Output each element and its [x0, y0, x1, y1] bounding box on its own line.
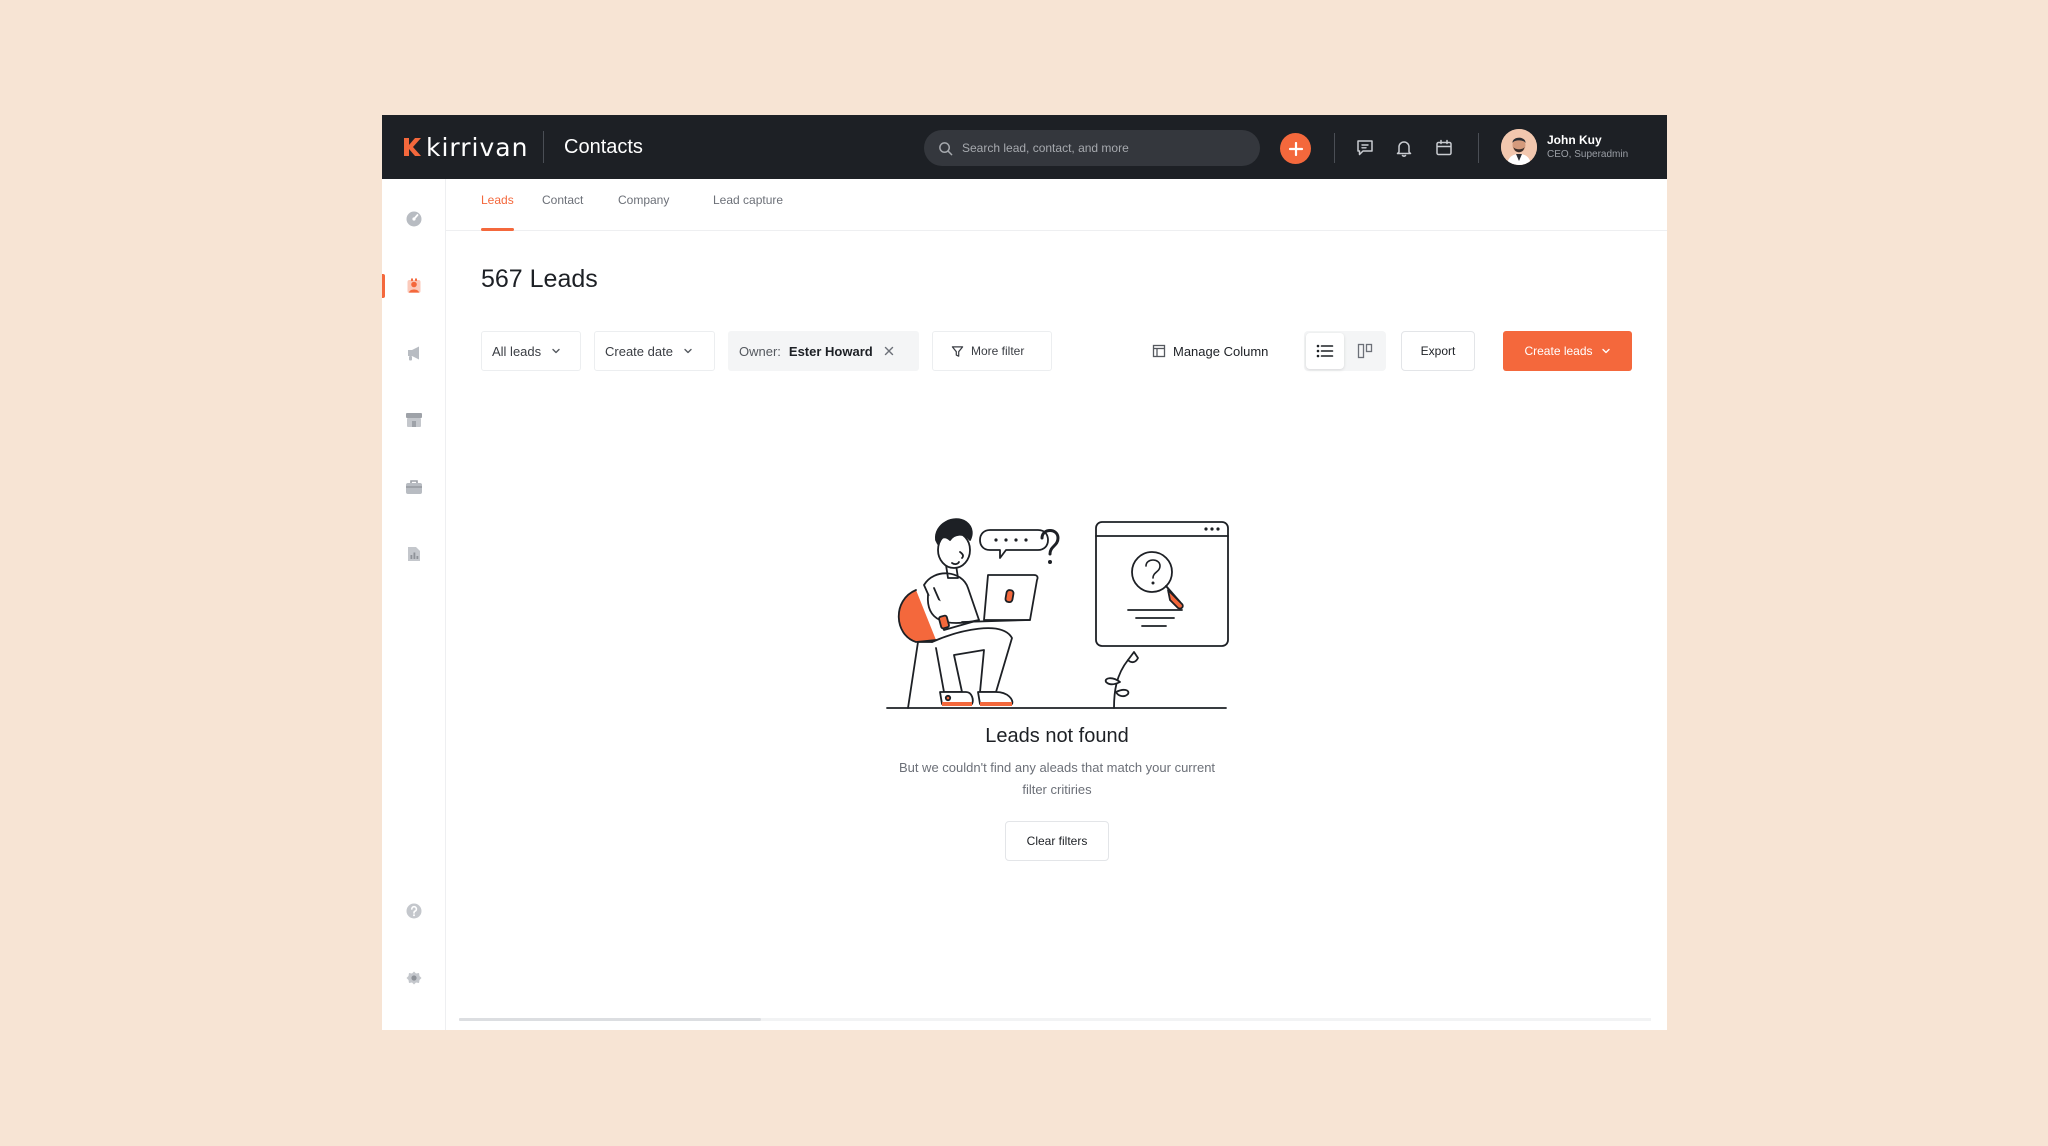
owner-filter-chip[interactable]: Owner: Ester Howard [728, 331, 919, 371]
active-indicator [382, 274, 385, 298]
horizontal-scrollbar-thumb[interactable] [459, 1018, 761, 1021]
sidebar-item-deals[interactable] [382, 467, 446, 507]
owner-filter-value: Ester Howard [788, 343, 873, 359]
avatar-image [1501, 129, 1537, 165]
settings-icon [406, 971, 422, 985]
empty-state-description: But we couldn't find any aleads that mat… [898, 760, 1216, 797]
messages-button[interactable] [1352, 135, 1378, 161]
chevron-down-icon [552, 348, 560, 354]
create-leads-button[interactable]: Create leads [1503, 331, 1632, 371]
chevron-down-icon [684, 348, 692, 354]
sidebar-item-dashboard[interactable] [382, 199, 446, 239]
sidebar-item-campaigns[interactable] [382, 333, 446, 373]
all-leads-label: All leads [492, 343, 542, 359]
search-bar[interactable] [924, 130, 1260, 166]
empty-state-title: Leads not found [985, 725, 1129, 747]
filter-icon [951, 345, 964, 357]
sidebar-item-reports[interactable] [382, 534, 446, 574]
user-menu[interactable]: John Kuy CEO, Superadmin [1501, 129, 1628, 165]
avatar[interactable] [1501, 129, 1537, 165]
contacts-icon [407, 278, 421, 293]
more-filter-label: More filter [971, 344, 1025, 358]
divider [1334, 133, 1335, 163]
sidebar-item-help[interactable] [382, 891, 446, 931]
divider [543, 131, 544, 163]
help-icon [406, 903, 422, 919]
search-icon [939, 141, 953, 155]
user-name: John Kuy [1547, 133, 1602, 147]
clear-filters-button[interactable]: Clear filters [1005, 821, 1109, 861]
close-icon[interactable] [884, 346, 894, 356]
divider [1478, 133, 1479, 163]
sidebar-item-settings[interactable] [382, 958, 446, 998]
empty-state-illustration [886, 518, 1229, 709]
app-window: kirrivan Contacts Search lead, contact, … [382, 115, 1667, 1030]
board-view-button[interactable] [1346, 333, 1384, 369]
brand-logo[interactable]: kirrivan [402, 131, 528, 163]
dashboard-icon [406, 211, 422, 227]
reports-icon [408, 547, 420, 561]
top-bar: kirrivan Contacts Search lead, contact, … [382, 115, 1667, 179]
page-title: Contacts [564, 136, 643, 158]
calendar-icon [1436, 139, 1452, 156]
leads-count-heading: 567 Leads [481, 265, 598, 293]
tab-leads[interactable]: Leads [481, 179, 514, 231]
manage-column-button[interactable]: Manage Column [1152, 331, 1268, 371]
tab-company[interactable]: Company [618, 179, 669, 231]
view-toggle [1304, 331, 1386, 371]
tab-lead-capture[interactable]: Lead capture [713, 179, 783, 231]
sidebar-item-store[interactable] [382, 400, 446, 440]
create-date-label: Create date [605, 343, 673, 359]
manage-column-label: Manage Column [1173, 343, 1269, 359]
create-date-dropdown[interactable]: Create date [594, 331, 715, 371]
store-icon [406, 413, 422, 427]
list-view-button[interactable] [1306, 333, 1344, 369]
owner-filter-label: Owner: [739, 343, 781, 359]
brand-mark-icon [404, 138, 421, 156]
sidebar-item-contacts[interactable] [382, 266, 446, 306]
user-role: CEO, Superadmin [1547, 149, 1629, 160]
more-filter-button[interactable]: More filter [932, 331, 1052, 371]
sidebar [382, 179, 446, 1030]
chat-icon [1357, 140, 1373, 156]
columns-icon [1152, 344, 1166, 358]
calendar-button[interactable] [1431, 135, 1457, 161]
notifications-button[interactable] [1391, 135, 1417, 161]
kanban-icon [1357, 343, 1373, 359]
campaign-icon [408, 346, 419, 361]
quick-add-button[interactable] [1280, 133, 1311, 164]
tab-contact[interactable]: Contact [542, 179, 583, 231]
bell-icon [1396, 141, 1412, 157]
list-icon [1316, 344, 1334, 358]
all-leads-dropdown[interactable]: All leads [481, 331, 581, 371]
brand-name: kirrivan [426, 132, 529, 162]
create-leads-label: Create leads [1524, 344, 1593, 358]
search-input[interactable] [962, 141, 1242, 155]
briefcase-icon [406, 480, 422, 494]
chevron-down-icon [1601, 348, 1610, 354]
tab-bar: Leads Contact Company Lead capture [446, 179, 1667, 231]
plus-icon [1288, 141, 1303, 156]
export-button[interactable]: Export [1401, 331, 1475, 371]
